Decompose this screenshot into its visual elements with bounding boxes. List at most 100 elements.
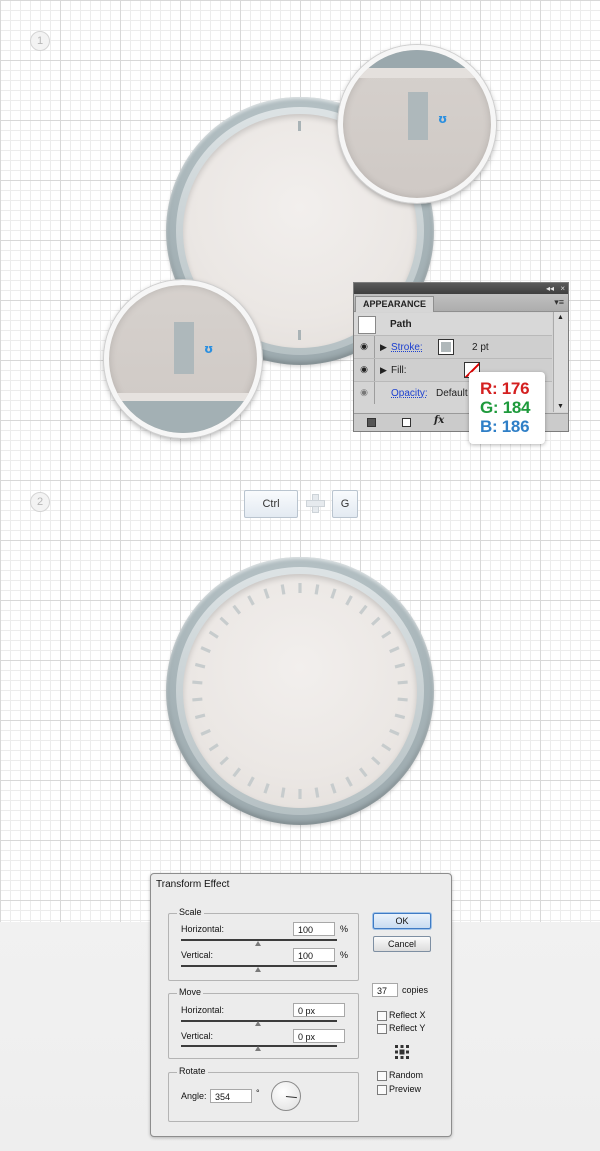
tick-mark-bottom [298, 330, 301, 340]
object-label: Path [390, 319, 412, 330]
scroll-down-icon[interactable]: ▼ [557, 403, 564, 410]
tick-mark [280, 584, 286, 595]
tick-mark [208, 743, 219, 752]
tab-appearance[interactable]: APPEARANCE [355, 296, 435, 312]
stroke-row[interactable]: ◉ ▶ Stroke: 2 pt [354, 336, 552, 359]
slider-thumb[interactable] [255, 967, 261, 972]
scale-horizontal-input[interactable]: 100 [293, 922, 335, 936]
move-horizontal-input[interactable]: 0 px [293, 1003, 345, 1017]
slider-thumb[interactable] [255, 1021, 261, 1026]
slider-thumb[interactable] [255, 1046, 261, 1051]
reference-point-icon[interactable] [395, 1045, 409, 1059]
ctrl-key: Ctrl [244, 490, 298, 518]
disclosure-triangle-icon[interactable]: ▶ [380, 342, 387, 353]
tick-mark [219, 616, 229, 626]
panel-titlebar[interactable]: ◂◂ [354, 283, 568, 294]
add-stroke-icon[interactable] [367, 418, 376, 427]
angle-dial-needle [285, 1096, 297, 1099]
tick-mark [371, 616, 381, 626]
tick-mark [232, 604, 242, 615]
tick-mark [200, 728, 211, 736]
dialog-title: Transform Effect [156, 879, 230, 890]
tick-mark [330, 783, 337, 794]
tick-ring [192, 583, 408, 799]
cancel-button[interactable]: Cancel [373, 936, 431, 952]
move-horizontal-label: Horizontal: [181, 1005, 225, 1015]
eye-icon[interactable]: ◉ [358, 387, 370, 397]
scale-vertical-unit: % [340, 950, 349, 960]
tick-mark [394, 662, 406, 669]
panel-menu-icon[interactable]: ▾≡ [554, 297, 564, 308]
scale-horizontal-label: Horizontal: [181, 924, 225, 934]
tick-mark [263, 783, 270, 794]
tick-mark [371, 756, 381, 766]
tick-mark [194, 713, 206, 720]
panel-scrollbar[interactable]: ▲ ▼ [553, 312, 568, 412]
fill-label[interactable]: Fill: [391, 365, 407, 376]
transform-effect-dialog: Transform Effect Scale Horizontal: 100 %… [150, 873, 452, 1137]
disclosure-triangle-icon[interactable]: ▶ [380, 365, 387, 376]
add-fill-icon[interactable] [402, 418, 411, 427]
preview-label: Preview [389, 1084, 422, 1094]
magnifier-top: ʊ [338, 45, 496, 203]
ok-button[interactable]: OK [373, 913, 431, 929]
stroke-swatch[interactable] [438, 339, 454, 355]
scale-label: Scale [177, 907, 204, 917]
scroll-up-icon[interactable]: ▲ [557, 314, 564, 321]
reflect-x-checkbox[interactable] [377, 1011, 387, 1021]
tick-mark [389, 646, 400, 654]
move-label: Move [177, 987, 204, 997]
tick-mark [298, 789, 302, 799]
move-vertical-input[interactable]: 0 px [293, 1029, 345, 1043]
stroke-weight[interactable]: 2 pt [472, 342, 489, 353]
tick-mark [192, 697, 203, 702]
anchor-point-icon: ʊ [204, 342, 214, 356]
blue-value: B: 186 [480, 417, 530, 436]
path-row[interactable]: Path [354, 313, 552, 336]
scale-horizontal-unit: % [340, 924, 349, 934]
reflect-y-label: Reflect Y [389, 1023, 426, 1033]
preview-checkbox[interactable] [377, 1085, 387, 1095]
tick-mark [397, 697, 408, 702]
tick-mark [345, 776, 353, 787]
scale-group: Scale Horizontal: 100 % Vertical: 100 % [168, 907, 359, 981]
opacity-label[interactable]: Opacity: [391, 388, 428, 399]
tick-mark [247, 776, 255, 787]
tick-mark [208, 630, 219, 639]
stroke-label[interactable]: Stroke: [391, 342, 423, 353]
tick-mark [397, 680, 408, 685]
rotate-group: Rotate Angle: 354 ° [168, 1066, 359, 1122]
zoomed-tick [174, 322, 194, 374]
plus-icon [306, 494, 325, 513]
tick-mark [358, 604, 368, 615]
tick-mark [381, 743, 392, 752]
tick-mark [381, 630, 392, 639]
scale-vertical-input[interactable]: 100 [293, 948, 335, 962]
eye-icon[interactable]: ◉ [358, 341, 370, 351]
close-icon[interactable]: × [560, 283, 565, 294]
angle-dial[interactable] [271, 1081, 301, 1111]
scale-vertical-label: Vertical: [181, 950, 214, 960]
tick-mark [358, 767, 368, 778]
reflect-y-checkbox[interactable] [377, 1024, 387, 1034]
tick-mark [298, 583, 302, 593]
anchor-point-icon: ʊ [438, 112, 448, 126]
tick-mark-top [298, 121, 301, 131]
rgb-readout: R: 176 G: 184 B: 186 [469, 372, 545, 444]
copies-input[interactable]: 37 [372, 983, 398, 997]
opacity-value: Default [436, 388, 468, 399]
path-thumbnail [358, 316, 376, 334]
tick-mark [330, 588, 337, 599]
slider-thumb[interactable] [255, 941, 261, 946]
tick-mark [345, 595, 353, 606]
reflect-x-label: Reflect X [389, 1010, 426, 1020]
zoomed-tick [408, 92, 428, 140]
angle-input[interactable]: 354 [210, 1089, 252, 1103]
copies-label: copies [402, 985, 429, 995]
collapse-icon[interactable]: ◂◂ [546, 284, 554, 293]
move-vertical-label: Vertical: [181, 1031, 214, 1041]
random-checkbox[interactable] [377, 1071, 387, 1081]
tick-mark [314, 787, 320, 798]
eye-icon[interactable]: ◉ [358, 364, 370, 374]
fx-icon[interactable]: fx [434, 415, 444, 426]
